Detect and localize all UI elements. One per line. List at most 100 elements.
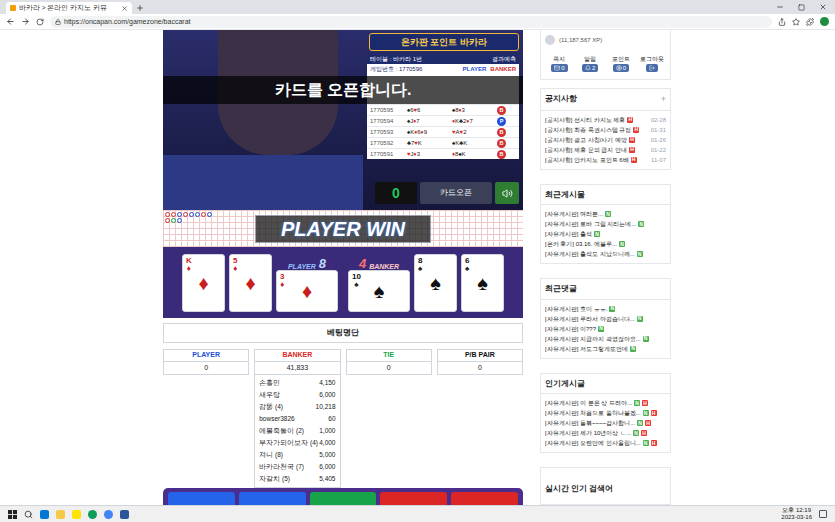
bet-entry: 자갈치 (5)5,405	[259, 473, 335, 485]
post-item[interactable]: [자유게시판] 제가 10년이상 ㄴ...NH	[545, 428, 666, 438]
new-tab-icon[interactable]	[136, 4, 144, 12]
windows-logo-icon[interactable]	[8, 510, 17, 519]
bet-button[interactable]	[168, 492, 235, 505]
card-string: ♠8♦3	[452, 107, 465, 113]
taskbar: 오후 12:192023-03-16	[0, 505, 835, 522]
playing-card: 3♦♦	[276, 270, 338, 312]
post-item[interactable]: [자유게시판] 호미 ㅠㅠ.N	[545, 304, 666, 314]
minimize-icon[interactable]	[776, 3, 784, 11]
forward-icon[interactable]	[21, 17, 30, 26]
post-badge: N	[609, 306, 615, 312]
post-badge: H	[641, 430, 647, 436]
bead	[200, 211, 206, 217]
app-icon[interactable]	[120, 510, 129, 519]
post-item[interactable]: [자유게시판] 루라서 아쉽습니다...N	[545, 314, 666, 324]
stat-item[interactable]: 포인트0	[607, 56, 636, 72]
user-card: (11,187,567 XP)쪽지0알림2포인트0로그아웃	[540, 30, 671, 80]
post-item[interactable]: [자유게시판] 처음으로 쓸하나볼겠...NH	[545, 408, 666, 418]
stat-item[interactable]: 로그아웃	[637, 56, 666, 72]
extensions-icon[interactable]	[806, 18, 814, 26]
reload-icon[interactable]	[36, 18, 44, 26]
address-bar: https://oncapan.com/gamezone/baccarat	[0, 14, 835, 30]
result-marker: P	[497, 117, 506, 126]
card-corner: K♦	[186, 257, 192, 273]
post-item[interactable]: [공지사항] 안카지노 포인트 6배H11-07	[545, 155, 666, 165]
stat-item[interactable]: 쪽지0	[545, 56, 574, 72]
table-felt	[163, 155, 363, 210]
url-text: https://oncapan.com/gamezone/baccarat	[64, 18, 190, 25]
post-badge: N	[630, 346, 636, 352]
app-icon[interactable]	[72, 510, 81, 519]
post-item[interactable]: [자유게시판] 저도그렇게또먼데N	[545, 344, 666, 354]
post-item[interactable]: [온카 후기] 03.16. 에볼루...N	[545, 239, 666, 249]
bead	[176, 211, 182, 217]
card-suit: ♠	[374, 281, 385, 301]
bet-button[interactable]	[239, 492, 306, 505]
post-item[interactable]: [공지사항] 광고 사칭/사기 예방H01-26	[545, 135, 666, 145]
history-panel: 테이블 : 바카라 1번결과예측게임번호 : 1770596PLAYERBANK…	[367, 54, 519, 159]
post-badge: N	[637, 420, 643, 426]
sound-button[interactable]	[495, 182, 519, 204]
post-item[interactable]: [공지사항] 선시티 카지노 제휴H02-28	[545, 115, 666, 125]
game-number: 게임번호 : 1770596	[370, 65, 459, 74]
card-string: ♠6♥6	[407, 107, 420, 113]
post-item[interactable]: [자유게시판] 들볶~~~~감사합니...NH	[545, 418, 666, 428]
back-icon[interactable]	[6, 17, 15, 26]
card-string: ♦K♣2♦7	[452, 118, 473, 124]
history-row: 1770592♣7♥K♠K♣KB	[367, 137, 519, 148]
maximize-icon[interactable]	[798, 4, 805, 11]
card-open-button[interactable]: 카드오픈	[420, 182, 492, 204]
notification-icon[interactable]	[819, 510, 827, 518]
share-icon[interactable]	[778, 18, 786, 26]
post-badge: H	[631, 157, 637, 163]
url-field[interactable]: https://oncapan.com/gamezone/baccarat	[50, 16, 772, 28]
game-controls: 0카드오픈	[375, 182, 519, 204]
bead	[170, 217, 176, 223]
post-item[interactable]: [자유게시판] 출석N	[545, 229, 666, 239]
history-row: 1770594♠J♦7♦K♣2♦7P	[367, 115, 519, 126]
post-item[interactable]: [자유게시판] 이???N	[545, 324, 666, 334]
card-suit: ♦	[198, 273, 208, 293]
post-item[interactable]: [공지사항] 최종 룩권시스템 규정H01-31	[545, 125, 666, 135]
post-badge: H	[651, 440, 657, 446]
app-icon[interactable]	[40, 510, 49, 519]
bead-road: PLAYER WIN	[163, 210, 523, 247]
post-item[interactable]: [자유게시판] 오랜만에 인사올립니...NH	[545, 438, 666, 448]
section-title: 공지사항	[545, 95, 577, 103]
bet-button[interactable]	[310, 492, 377, 505]
close-window-icon[interactable]	[819, 3, 827, 11]
more-button[interactable]: +	[661, 95, 666, 104]
close-tab-icon[interactable]	[121, 5, 128, 12]
bet-button[interactable]	[380, 492, 447, 505]
avatar-icon	[545, 35, 555, 45]
bet-column: TIE0	[346, 349, 432, 375]
section-title: 최근게시물	[545, 191, 585, 199]
sidebar-section: 공지사항 + [공지사항] 선시티 카지노 제휴H02-28[공지사항] 최종 룩권…	[540, 88, 671, 170]
app-icon[interactable]	[88, 510, 97, 519]
search-icon[interactable]	[24, 510, 33, 519]
post-item[interactable]: [공지사항] 제휴 문의 금지 안내H01-22	[545, 145, 666, 155]
card-string: ♦8♠K	[452, 151, 466, 157]
stat-item[interactable]: 알림2	[576, 56, 605, 72]
bet-button[interactable]	[451, 492, 518, 505]
tab-title: 바카라 > 온라인 카지노 커뮤	[19, 5, 118, 12]
predict-label[interactable]: 결과예측	[492, 55, 516, 64]
app-icon[interactable]	[104, 510, 113, 519]
browser-tab[interactable]: 바카라 > 온라인 카지노 커뮤	[6, 2, 132, 14]
timer: 0	[375, 182, 417, 204]
bookmark-icon[interactable]	[792, 18, 800, 26]
post-item[interactable]: [자유게시판] 로바 그림 지리는데...N	[545, 219, 666, 229]
clock[interactable]: 오후 12:192023-03-16	[781, 507, 812, 521]
sidebar-section: 최근댓글[자유게시판] 호미 ㅠㅠ.N[자유게시판] 루라서 아쉽습니다...N…	[540, 278, 671, 359]
post-item[interactable]: [자유게시판] 지금까지 곽였잖아요...N	[545, 334, 666, 344]
card-string: ♣7♥K	[407, 140, 422, 146]
post-item[interactable]: [자유게시판] 이 분은 상 드려야...NH	[545, 398, 666, 408]
post-item[interactable]: [자유게시판] 여러분...N	[545, 209, 666, 219]
post-item[interactable]: [자유게시판] 출석도 지났으니께...N	[545, 249, 666, 259]
player-hand: K♦♦5♦♦PLAYER83♦♦	[182, 254, 338, 312]
announce-banner: 카드를 오픈합니다.	[163, 76, 523, 104]
app-icon[interactable]	[56, 510, 65, 519]
bet-column: P/B PAIR0	[437, 349, 523, 375]
profile-icon[interactable]	[820, 17, 829, 26]
bead	[182, 211, 188, 217]
